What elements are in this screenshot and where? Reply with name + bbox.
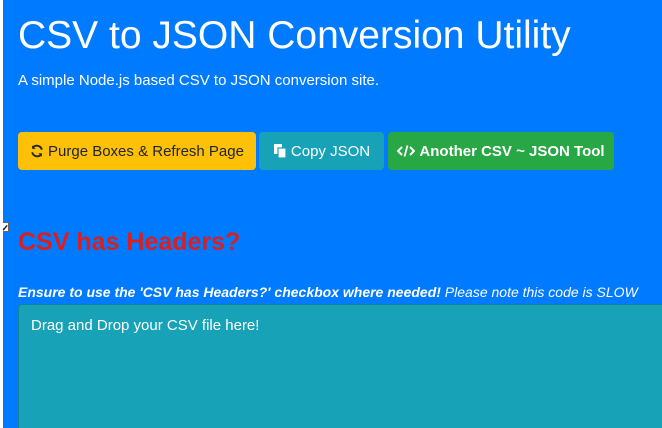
another-tool-label: Another CSV ~ JSON Tool (419, 142, 605, 160)
code-icon (397, 144, 416, 158)
page-subtitle: A simple Node.js based CSV to JSON conve… (18, 72, 379, 89)
refresh-icon (30, 144, 44, 158)
page-container: CSV to JSON Conversion Utility A simple … (3, 0, 662, 428)
csv-drop-zone[interactable]: Drag and Drop your CSV file here! (18, 304, 662, 428)
usage-note-normal: Please note this code is SLOW (444, 284, 638, 300)
page-title: CSV to JSON Conversion Utility (18, 14, 571, 57)
drop-zone-placeholder: Drag and Drop your CSV file here! (31, 317, 260, 334)
copy-icon (273, 143, 287, 159)
usage-note: Ensure to use the 'CSV has Headers?' che… (18, 284, 638, 300)
copy-json-label: Copy JSON (290, 142, 371, 160)
copy-json-button[interactable]: Copy JSON (259, 132, 384, 170)
another-tool-button[interactable]: Another CSV ~ JSON Tool (388, 132, 614, 170)
csv-headers-checkbox[interactable] (3, 222, 9, 232)
purge-refresh-button[interactable]: Purge Boxes & Refresh Page (18, 132, 256, 170)
purge-refresh-label: Purge Boxes & Refresh Page (48, 142, 244, 160)
usage-note-bold: Ensure to use the 'CSV has Headers?' che… (18, 284, 441, 300)
checkmark-icon (3, 224, 8, 231)
csv-headers-label: CSV has Headers? (18, 228, 241, 256)
